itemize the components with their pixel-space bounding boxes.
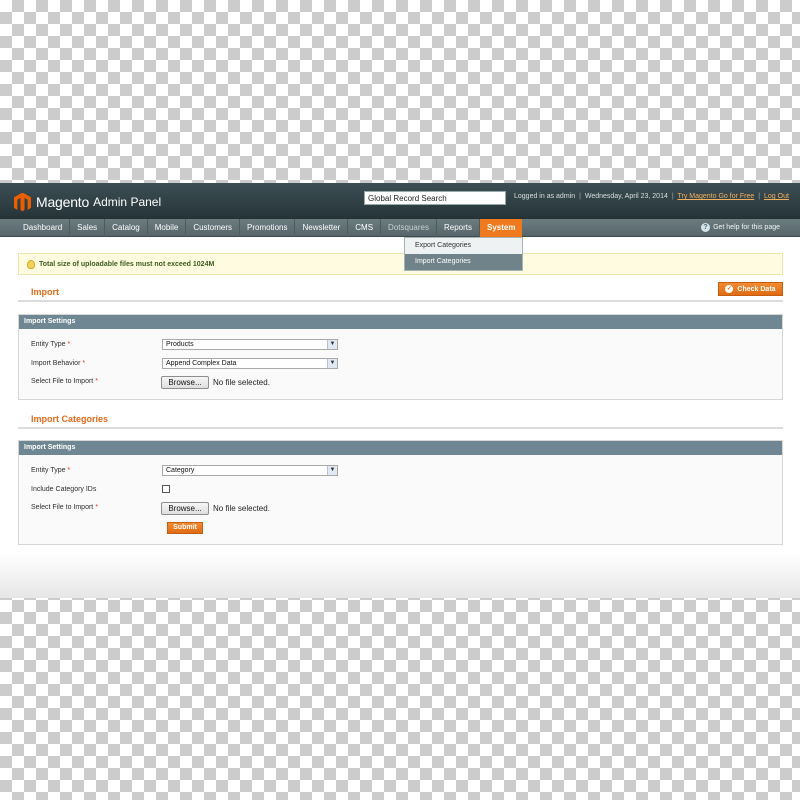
nav-item-promotions[interactable]: Promotions xyxy=(240,219,296,237)
import-settings-fieldset: Import Settings Entity Type * Products ▼ … xyxy=(18,314,783,400)
notice-text: Total size of uploadable files must not … xyxy=(39,261,215,268)
import-categories-title: Import Categories xyxy=(31,414,109,424)
entity-type-label: Entity Type * xyxy=(31,341,71,348)
chevron-down-icon: ▼ xyxy=(327,359,337,368)
import-behavior-value: Append Complex Data xyxy=(166,360,237,367)
browse-button[interactable]: Browse... xyxy=(161,502,209,515)
magento-logo[interactable]: Magento Admin Panel xyxy=(14,192,161,212)
fieldset-title: Import Settings xyxy=(19,315,782,329)
nav-item-mobile[interactable]: Mobile xyxy=(148,219,187,237)
include-ids-label: Include Category IDs xyxy=(31,486,97,493)
current-date: Wednesday, April 23, 2014 xyxy=(584,193,668,200)
chevron-down-icon: ▼ xyxy=(327,466,337,475)
notice-message: Total size of uploadable files must not … xyxy=(18,253,783,275)
page-footer-fade xyxy=(0,553,800,598)
divider xyxy=(18,300,783,302)
magento-logo-icon xyxy=(14,192,31,212)
chevron-down-icon: ▼ xyxy=(327,340,337,349)
separator: | xyxy=(758,193,761,200)
submit-button[interactable]: Submit xyxy=(167,522,203,534)
nav-item-sales[interactable]: Sales xyxy=(70,219,106,237)
lightbulb-icon xyxy=(27,260,35,269)
import-behavior-row: Import Behavior * Append Complex Data ▼ xyxy=(19,358,782,372)
dotsquares-dropdown-menu: Export Categories Import Categories xyxy=(404,237,523,271)
fieldset-title: Import Settings xyxy=(19,441,782,455)
category-entity-row: Entity Type * Category ▼ xyxy=(19,465,782,479)
no-file-text: No file selected. xyxy=(213,378,270,387)
logged-in-text: Logged in as admin xyxy=(514,193,576,200)
logo-text: Magento xyxy=(36,194,90,210)
header-links: Logged in as admin | Wednesday, April 23… xyxy=(514,193,789,200)
menu-item-export-categories[interactable]: Export Categories xyxy=(405,238,522,254)
select-file-label: Select File to Import * xyxy=(31,504,98,511)
help-text: Get help for this page xyxy=(713,224,780,231)
admin-header: Magento Admin Panel Logged in as admin |… xyxy=(0,183,800,219)
entity-type-value: Products xyxy=(166,341,194,348)
check-data-button[interactable]: ✓ Check Data xyxy=(718,282,783,296)
category-file-row: Select File to Import * Browse... No file… xyxy=(19,502,782,516)
entity-type-row: Entity Type * Products ▼ xyxy=(19,339,782,353)
logo-subtitle: Admin Panel xyxy=(93,195,162,209)
include-ids-row: Include Category IDs xyxy=(19,484,782,498)
nav-item-cms[interactable]: CMS xyxy=(348,219,382,237)
browse-button[interactable]: Browse... xyxy=(161,376,209,389)
help-link[interactable]: ? Get help for this page xyxy=(701,223,780,232)
help-icon: ? xyxy=(701,223,711,232)
entity-type-select[interactable]: Products ▼ xyxy=(162,339,338,350)
admin-screenshot: Magento Admin Panel Logged in as admin |… xyxy=(0,183,800,598)
separator: | xyxy=(671,193,674,200)
category-entity-value: Category xyxy=(166,467,195,474)
submit-row: Submit xyxy=(19,522,782,536)
global-search-input[interactable] xyxy=(364,191,506,205)
category-settings-fieldset: Import Settings Entity Type * Category ▼ … xyxy=(18,440,783,545)
no-file-text: No file selected. xyxy=(213,504,270,513)
check-icon: ✓ xyxy=(725,285,734,293)
menu-item-import-categories[interactable]: Import Categories xyxy=(405,254,522,270)
category-entity-select[interactable]: Category ▼ xyxy=(162,465,338,476)
nav-item-dotsquares[interactable]: Dotsquares xyxy=(381,219,437,237)
main-nav: Dashboard Sales Catalog Mobile Customers… xyxy=(0,219,800,237)
nav-item-customers[interactable]: Customers xyxy=(186,219,240,237)
check-data-label: Check Data xyxy=(737,285,776,293)
divider xyxy=(18,427,783,429)
import-title: Import xyxy=(31,287,59,297)
nav-item-reports[interactable]: Reports xyxy=(437,219,480,237)
include-ids-checkbox[interactable] xyxy=(162,485,170,493)
logout-link[interactable]: Log Out xyxy=(764,193,789,200)
import-behavior-select[interactable]: Append Complex Data ▼ xyxy=(162,358,338,369)
nav-item-system[interactable]: System xyxy=(479,219,523,237)
entity-type-label: Entity Type * xyxy=(31,467,71,474)
try-magento-link[interactable]: Try Magento Go for Free xyxy=(677,193,754,200)
import-behavior-label: Import Behavior * xyxy=(31,360,86,367)
separator: | xyxy=(579,193,581,200)
nav-item-dashboard[interactable]: Dashboard xyxy=(16,219,71,237)
nav-item-catalog[interactable]: Catalog xyxy=(105,219,148,237)
file-row: Select File to Import * Browse... No file… xyxy=(19,376,782,390)
nav-item-newsletter[interactable]: Newsletter xyxy=(295,219,349,237)
select-file-label: Select File to Import * xyxy=(31,378,98,385)
